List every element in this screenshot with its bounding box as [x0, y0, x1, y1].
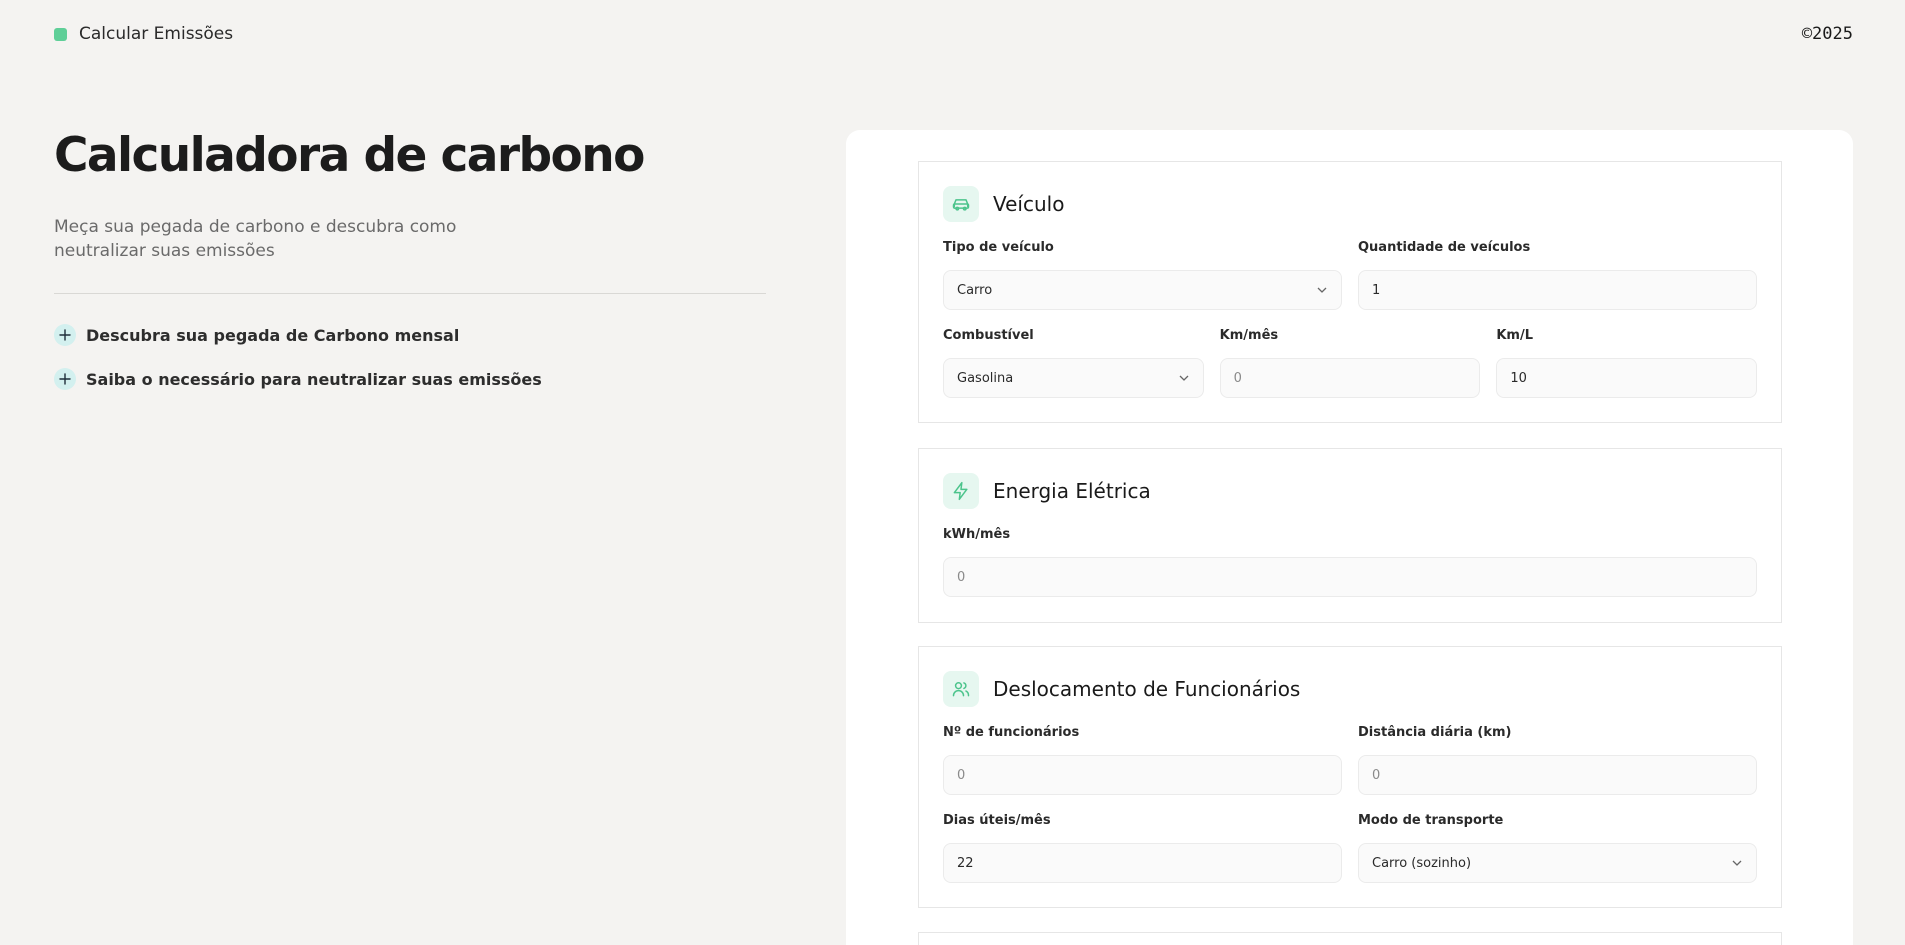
brand-logo-icon [54, 27, 67, 41]
feature-label: Descubra sua pegada de Carbono mensal [86, 325, 460, 345]
plus-icon [54, 324, 76, 346]
km-l-field: Km/L 10 [1496, 328, 1758, 398]
input-value: 0 [1372, 767, 1381, 783]
km-l-input[interactable]: 10 [1496, 358, 1758, 398]
feature-label: Saiba o necessário para neutralizar suas… [86, 369, 542, 389]
transport-mode-field: Modo de transporte Carro (sozinho) [1358, 813, 1757, 883]
input-value: 0 [957, 767, 966, 783]
field-label: kWh/mês [943, 527, 1011, 542]
energy-section: Energia Elétrica kWh/mês 0 [918, 448, 1782, 623]
chevron-down-icon [1732, 860, 1742, 866]
field-label: Km/mês [1219, 328, 1279, 343]
brand[interactable]: Calcular Emissões [54, 24, 233, 44]
vehicle-section: Veículo Tipo de veículo Carro Quantidade… [918, 161, 1782, 423]
days-field: Dias úteis/mês 22 [943, 813, 1342, 883]
transport-mode-select[interactable]: Carro (sozinho) [1358, 843, 1757, 883]
distance-input[interactable]: 0 [1358, 755, 1757, 795]
input-value: 1 [1372, 282, 1381, 298]
page-subtitle: Meça sua pegada de carbono e descubra co… [54, 217, 457, 261]
copyright: ©2025 [1801, 24, 1853, 44]
kwh-input[interactable]: 0 [943, 557, 1757, 597]
divider [54, 293, 766, 294]
input-value: 22 [957, 855, 974, 871]
input-value: 0 [957, 569, 966, 585]
section-title: Energia Elétrica [993, 478, 1151, 503]
section-header: Energia Elétrica [943, 472, 1757, 509]
brand-label: Calcular Emissões [79, 24, 234, 44]
input-value: 10 [1510, 370, 1527, 386]
field-label: Tipo de veículo [943, 240, 1054, 255]
commute-section: Deslocamento de Funcionários Nº de funci… [918, 646, 1782, 908]
select-value: Carro [957, 282, 993, 298]
section-header: Veículo [943, 185, 1757, 222]
field-label: Quantidade de veículos [1358, 240, 1531, 255]
hero: Calculadora de carbono Meça sua pegada d… [54, 128, 766, 390]
km-month-field: Km/mês 0 [1219, 328, 1481, 398]
section-title: Veículo [993, 191, 1065, 216]
feature-item: Descubra sua pegada de Carbono mensal [54, 324, 766, 346]
plus-icon [54, 368, 76, 390]
chevron-down-icon [1179, 375, 1189, 381]
vehicle-qty-input[interactable]: 1 [1358, 270, 1757, 310]
feature-item: Saiba o necessário para neutralizar suas… [54, 368, 766, 390]
distance-field: Distância diária (km) 0 [1358, 725, 1757, 795]
next-section [918, 932, 1782, 945]
employees-field: Nº de funcionários 0 [943, 725, 1342, 795]
field-label: Combustível [943, 328, 1034, 343]
top-bar: Calcular Emissões ©2025 [54, 24, 1853, 44]
field-label: Dias úteis/mês [943, 813, 1051, 828]
car-icon [943, 185, 979, 222]
lightning-icon [943, 472, 979, 509]
section-title: Deslocamento de Funcionários [993, 676, 1301, 701]
page-title: Calculadora de carbono [54, 128, 645, 183]
employees-input[interactable]: 0 [943, 755, 1342, 795]
feature-list: Descubra sua pegada de Carbono mensal Sa… [54, 324, 766, 390]
vehicle-qty-field: Quantidade de veículos 1 [1358, 240, 1757, 310]
fuel-field: Combustível Gasolina [943, 328, 1204, 398]
km-month-input[interactable]: 0 [1219, 358, 1481, 398]
section-header: Deslocamento de Funcionários [943, 670, 1757, 707]
field-label: Nº de funcionários [943, 725, 1080, 740]
kwh-field: kWh/mês 0 [943, 527, 1757, 597]
select-value: Carro (sozinho) [1372, 855, 1472, 871]
vehicle-type-field: Tipo de veículo Carro [943, 240, 1342, 310]
users-icon [943, 670, 979, 707]
vehicle-type-select[interactable]: Carro [943, 270, 1342, 310]
fuel-select[interactable]: Gasolina [943, 358, 1204, 398]
select-value: Gasolina [957, 370, 1014, 386]
days-input[interactable]: 22 [943, 843, 1342, 883]
chevron-down-icon [1317, 287, 1327, 293]
field-label: Km/L [1496, 328, 1533, 343]
field-label: Distância diária (km) [1358, 725, 1512, 740]
calculator-panel: Veículo Tipo de veículo Carro Quantidade… [846, 130, 1853, 945]
field-label: Modo de transporte [1358, 813, 1504, 828]
input-value: 0 [1233, 370, 1242, 386]
